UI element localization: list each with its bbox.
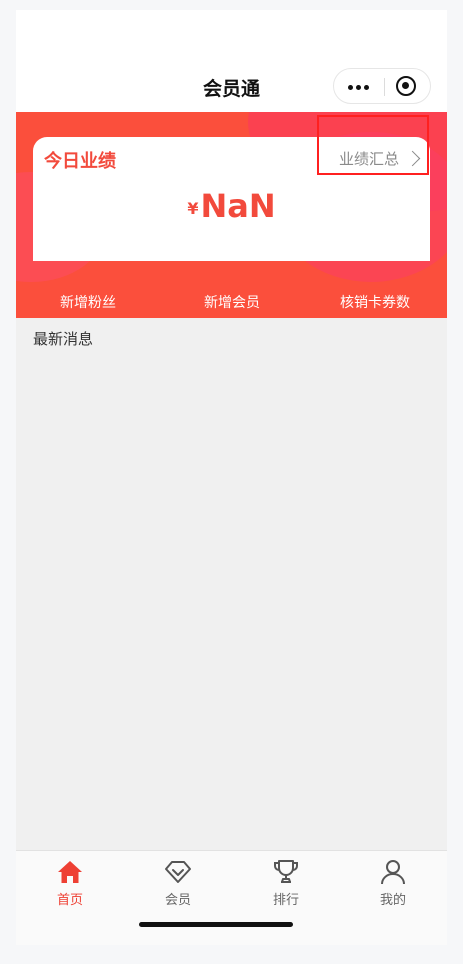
amount-value: NaN [200,187,276,225]
today-amount: ¥NaN [33,187,430,225]
capsule-divider [384,78,385,96]
diamond-icon [165,861,191,883]
tab-mine[interactable]: 我的 [339,851,447,913]
more-icon[interactable] [348,85,372,104]
tab-bar: 首页 会员 排行 我的 [16,850,447,945]
latest-messages-title: 最新消息 [33,330,94,348]
close-target-icon[interactable] [396,76,416,96]
app-screen: 会员通 今日业绩 业绩汇总 ¥NaN 新增粉丝 新增会员 核销卡券数 最新消息 … [16,10,447,945]
tab-member-label: 会员 [164,893,191,908]
currency-symbol: ¥ [187,199,199,218]
tab-mine-label: 我的 [379,893,406,908]
stat-redeemed-coupons: 核销卡券数 [340,295,410,311]
stat-new-fans: 新增粉丝 [60,295,116,311]
tab-home[interactable]: 首页 [16,851,124,913]
stats-row: 新增粉丝 新增会员 核销卡券数 [16,292,447,312]
mini-program-capsule [333,68,431,104]
tab-member[interactable]: 会员 [124,851,232,913]
stat-new-members: 新增会员 [204,295,260,311]
highlight-box [317,115,429,175]
nav-bar: 会员通 [16,10,447,112]
tab-ranking[interactable]: 排行 [232,851,340,913]
tab-home-label: 首页 [56,893,83,908]
tab-ranking-label: 排行 [272,893,299,908]
today-performance-title: 今日业绩 [44,151,116,172]
home-icon [58,861,82,883]
home-indicator [139,922,293,927]
person-icon [381,860,405,885]
trophy-icon [274,860,298,883]
performance-banner: 今日业绩 业绩汇总 ¥NaN 新增粉丝 新增会员 核销卡券数 [16,112,447,318]
